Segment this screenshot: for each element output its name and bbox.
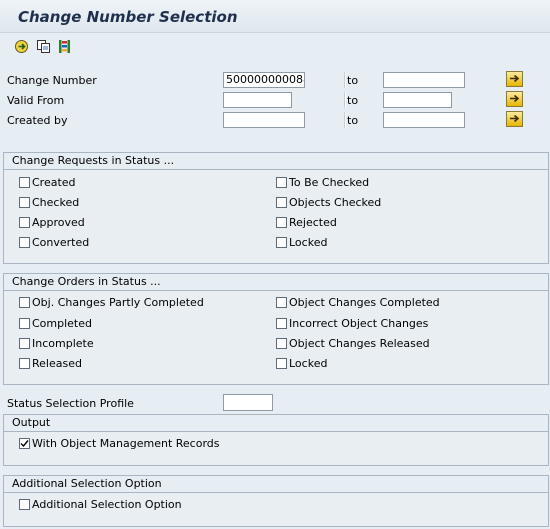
valid-from-label: Valid From bbox=[7, 94, 65, 107]
checkbox-obj-changes-partly-completed[interactable] bbox=[19, 297, 30, 308]
valid-from-input[interactable] bbox=[223, 92, 292, 108]
created-by-input[interactable] bbox=[223, 112, 305, 128]
page-title: Change Number Selection bbox=[18, 8, 238, 26]
checkbox-checked-label: Checked bbox=[32, 196, 80, 209]
checkbox-additional-selection-option[interactable] bbox=[19, 499, 30, 510]
checkmark-icon bbox=[20, 439, 29, 448]
checkbox-to-be-checked-label: To Be Checked bbox=[289, 176, 370, 189]
checkbox-checked[interactable] bbox=[19, 197, 30, 208]
execute-icon[interactable] bbox=[13, 38, 29, 54]
created-by-multiple-selection-button[interactable] bbox=[506, 111, 523, 127]
change-number-to-label: to bbox=[347, 74, 359, 87]
checkbox-locked-order-label: Locked bbox=[289, 357, 328, 370]
checkbox-approved[interactable] bbox=[19, 217, 30, 228]
created-by-to-input[interactable] bbox=[383, 112, 465, 128]
checkbox-released[interactable] bbox=[19, 358, 30, 369]
checkbox-locked-request[interactable] bbox=[276, 237, 287, 248]
change-orders-header: Change Orders in Status ... bbox=[4, 274, 548, 291]
change-number-label: Change Number bbox=[7, 74, 97, 87]
valid-from-to-label: to bbox=[347, 94, 359, 107]
checkbox-locked-order[interactable] bbox=[276, 358, 287, 369]
change-number-multiple-selection-button[interactable] bbox=[506, 71, 523, 87]
checkbox-created[interactable] bbox=[19, 177, 30, 188]
arrow-right-icon bbox=[509, 73, 520, 86]
arrow-right-icon bbox=[509, 113, 520, 126]
change-number-from-input[interactable]: 500000000088 bbox=[223, 72, 305, 88]
checkbox-object-changes-released[interactable] bbox=[276, 338, 287, 349]
checkbox-objects-checked[interactable] bbox=[276, 197, 287, 208]
checkbox-incorrect-object-changes-label: Incorrect Object Changes bbox=[289, 317, 429, 330]
output-header: Output bbox=[4, 415, 548, 432]
checkbox-completed[interactable] bbox=[19, 318, 30, 329]
checkbox-completed-label: Completed bbox=[32, 317, 92, 330]
created-by-to-label: to bbox=[347, 114, 359, 127]
checkbox-object-changes-completed-label: Object Changes Completed bbox=[289, 296, 440, 309]
checkbox-additional-selection-option-label: Additional Selection Option bbox=[32, 498, 182, 511]
change-number-to-input[interactable] bbox=[383, 72, 465, 88]
checkbox-incorrect-object-changes[interactable] bbox=[276, 318, 287, 329]
separator bbox=[344, 112, 346, 128]
checkbox-rejected-label: Rejected bbox=[289, 216, 337, 229]
checkbox-created-label: Created bbox=[32, 176, 76, 189]
separator bbox=[344, 72, 346, 88]
checkbox-with-object-management-records-label: With Object Management Records bbox=[32, 437, 220, 450]
checkbox-incomplete-label: Incomplete bbox=[32, 337, 94, 350]
checkbox-object-changes-released-label: Object Changes Released bbox=[289, 337, 430, 350]
checkbox-to-be-checked[interactable] bbox=[276, 177, 287, 188]
checkbox-released-label: Released bbox=[32, 357, 82, 370]
checkbox-approved-label: Approved bbox=[32, 216, 85, 229]
status-selection-profile-label: Status Selection Profile bbox=[7, 397, 134, 410]
valid-from-multiple-selection-button[interactable] bbox=[506, 91, 523, 107]
checkbox-objects-checked-label: Objects Checked bbox=[289, 196, 382, 209]
checkbox-converted[interactable] bbox=[19, 237, 30, 248]
created-by-label: Created by bbox=[7, 114, 68, 127]
status-selection-profile-input[interactable] bbox=[223, 394, 273, 411]
additional-selection-header: Additional Selection Option bbox=[4, 476, 548, 493]
checkbox-converted-label: Converted bbox=[32, 236, 90, 249]
copy-icon[interactable] bbox=[35, 38, 51, 54]
checkbox-locked-request-label: Locked bbox=[289, 236, 328, 249]
checkbox-obj-changes-partly-completed-label: Obj. Changes Partly Completed bbox=[32, 296, 204, 309]
checkbox-incomplete[interactable] bbox=[19, 338, 30, 349]
checkbox-rejected[interactable] bbox=[276, 217, 287, 228]
arrow-right-icon bbox=[509, 93, 520, 106]
multi-selection-icon[interactable] bbox=[56, 38, 72, 54]
valid-from-to-input[interactable] bbox=[383, 92, 452, 108]
change-requests-header: Change Requests in Status ... bbox=[4, 153, 548, 170]
checkbox-object-changes-completed[interactable] bbox=[276, 297, 287, 308]
separator bbox=[344, 92, 346, 108]
checkbox-with-object-management-records[interactable] bbox=[19, 438, 30, 449]
